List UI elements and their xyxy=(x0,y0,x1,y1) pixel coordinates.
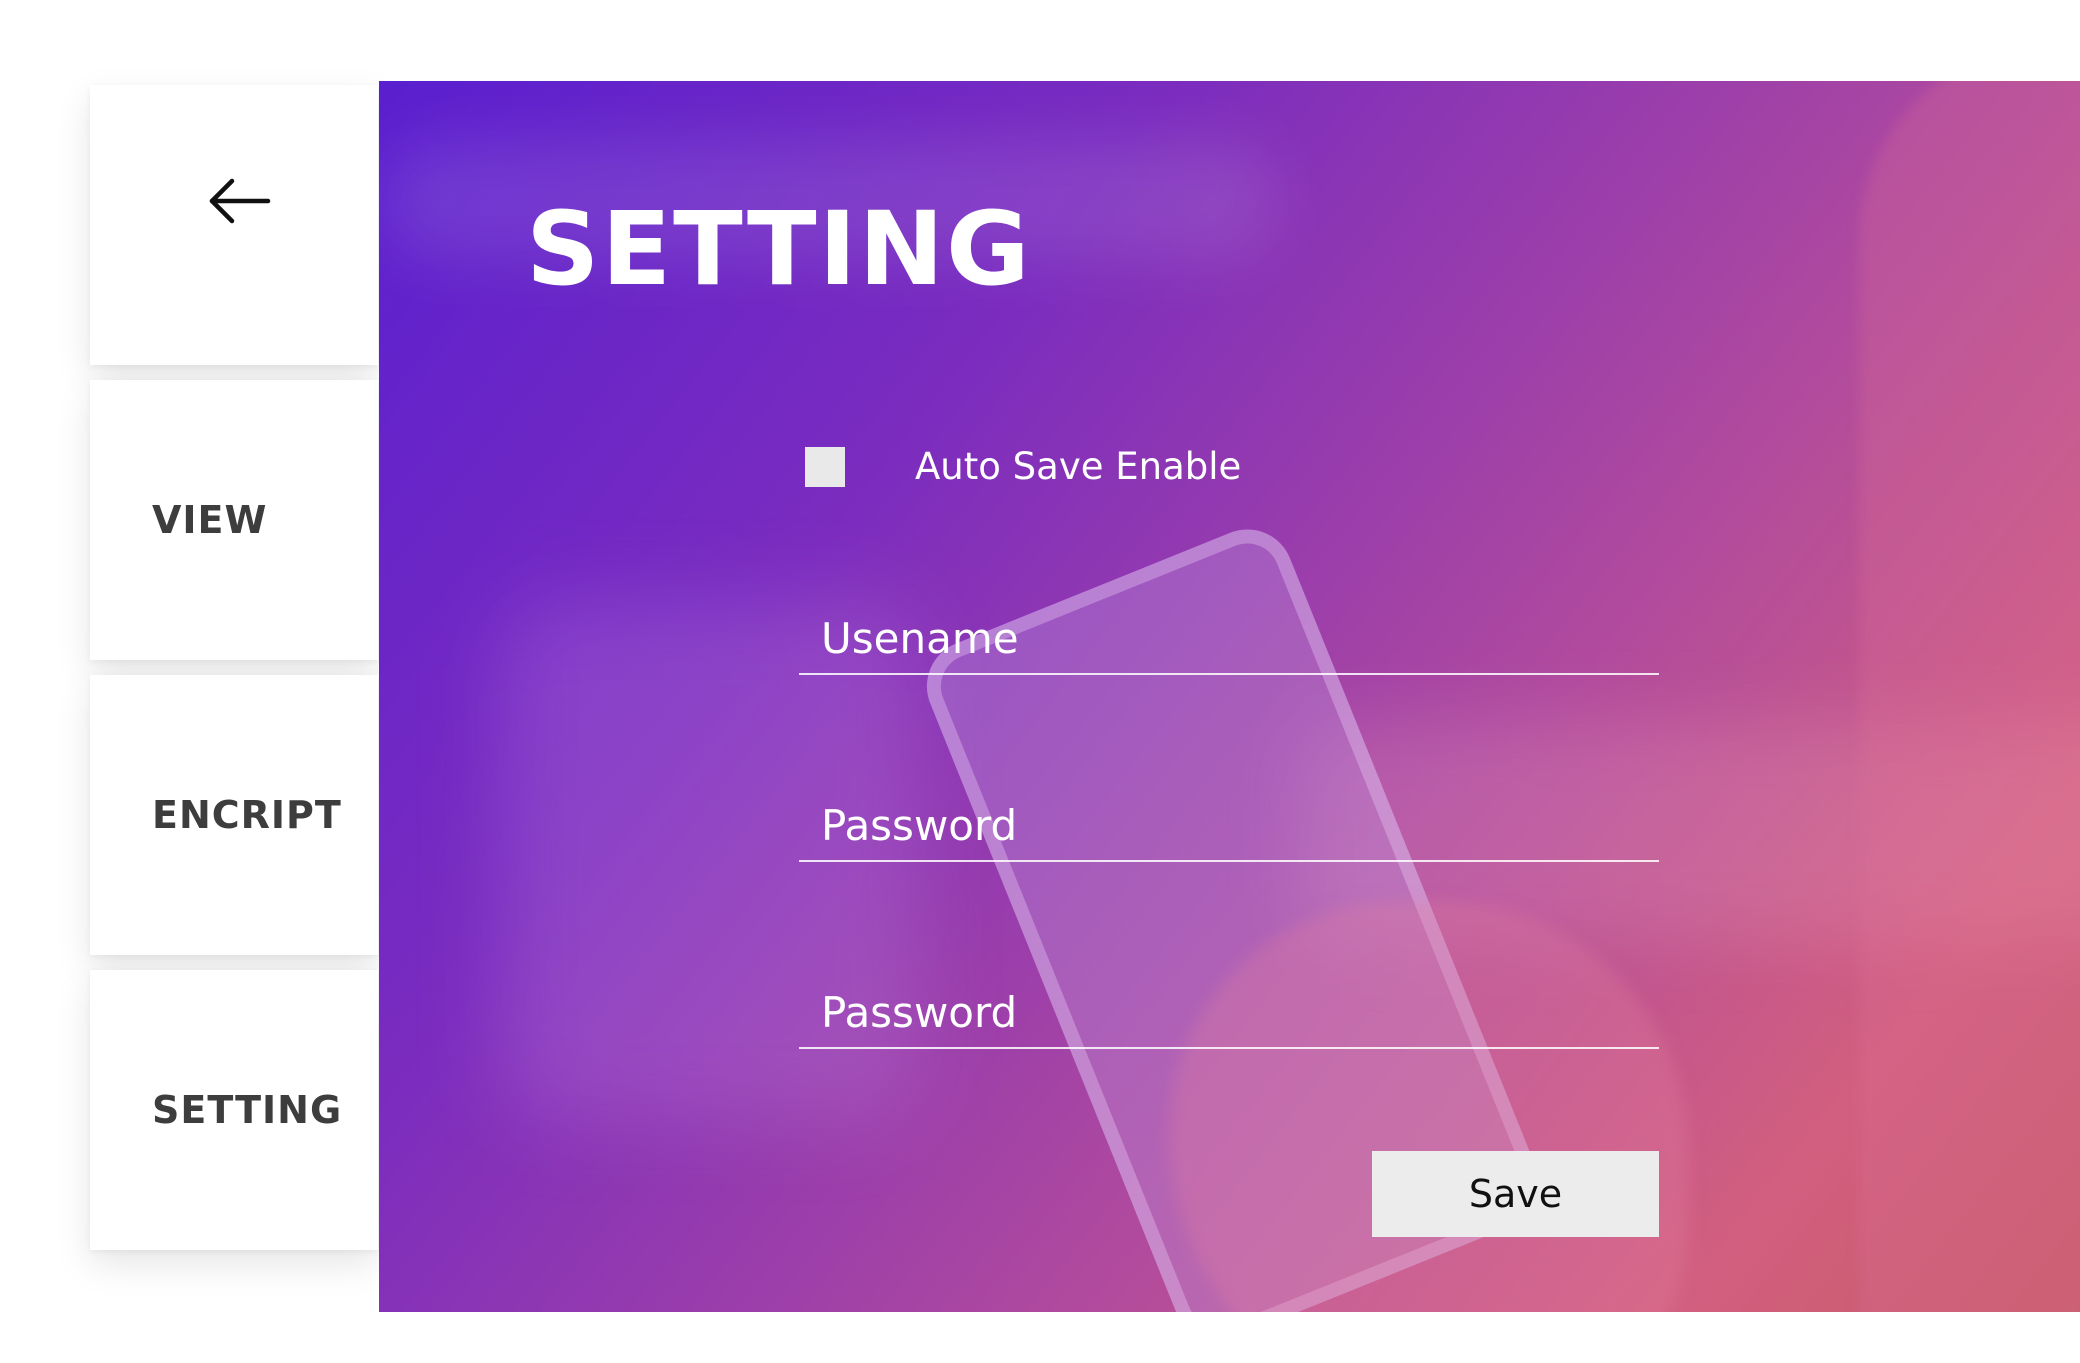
password-field[interactable]: Password xyxy=(799,792,1659,862)
sidebar-item-label: SETTING xyxy=(152,1088,343,1132)
sidebar-item-label: VIEW xyxy=(152,498,268,542)
auto-save-label: Auto Save Enable xyxy=(915,445,1242,488)
save-button[interactable]: Save xyxy=(1372,1151,1659,1237)
confirm-password-placeholder: Password xyxy=(821,988,1018,1037)
background-hand xyxy=(1169,901,1689,1312)
username-placeholder: Usename xyxy=(821,614,1019,663)
sidebar-item-view[interactable]: VIEW xyxy=(90,380,378,660)
password-placeholder: Password xyxy=(821,801,1018,850)
username-field[interactable]: Usename xyxy=(799,605,1659,675)
sidebar-item-label: ENCRIPT xyxy=(152,793,342,837)
confirm-password-field[interactable]: Password xyxy=(799,979,1659,1049)
sidebar-item-setting[interactable]: SETTING xyxy=(90,970,378,1250)
settings-panel: SETTING Auto Save Enable Usename Passwor… xyxy=(379,81,2080,1312)
auto-save-checkbox[interactable] xyxy=(805,446,845,487)
auto-save-row: Auto Save Enable xyxy=(805,445,1241,488)
background-person xyxy=(1859,81,2080,1312)
back-button[interactable] xyxy=(90,85,378,365)
arrow-left-icon xyxy=(209,178,271,224)
sidebar-item-encript[interactable]: ENCRIPT xyxy=(90,675,378,955)
page-title: SETTING xyxy=(526,190,1032,309)
app-window: VIEW ENCRIPT SETTING SETTING Auto Save E… xyxy=(0,0,2080,1363)
